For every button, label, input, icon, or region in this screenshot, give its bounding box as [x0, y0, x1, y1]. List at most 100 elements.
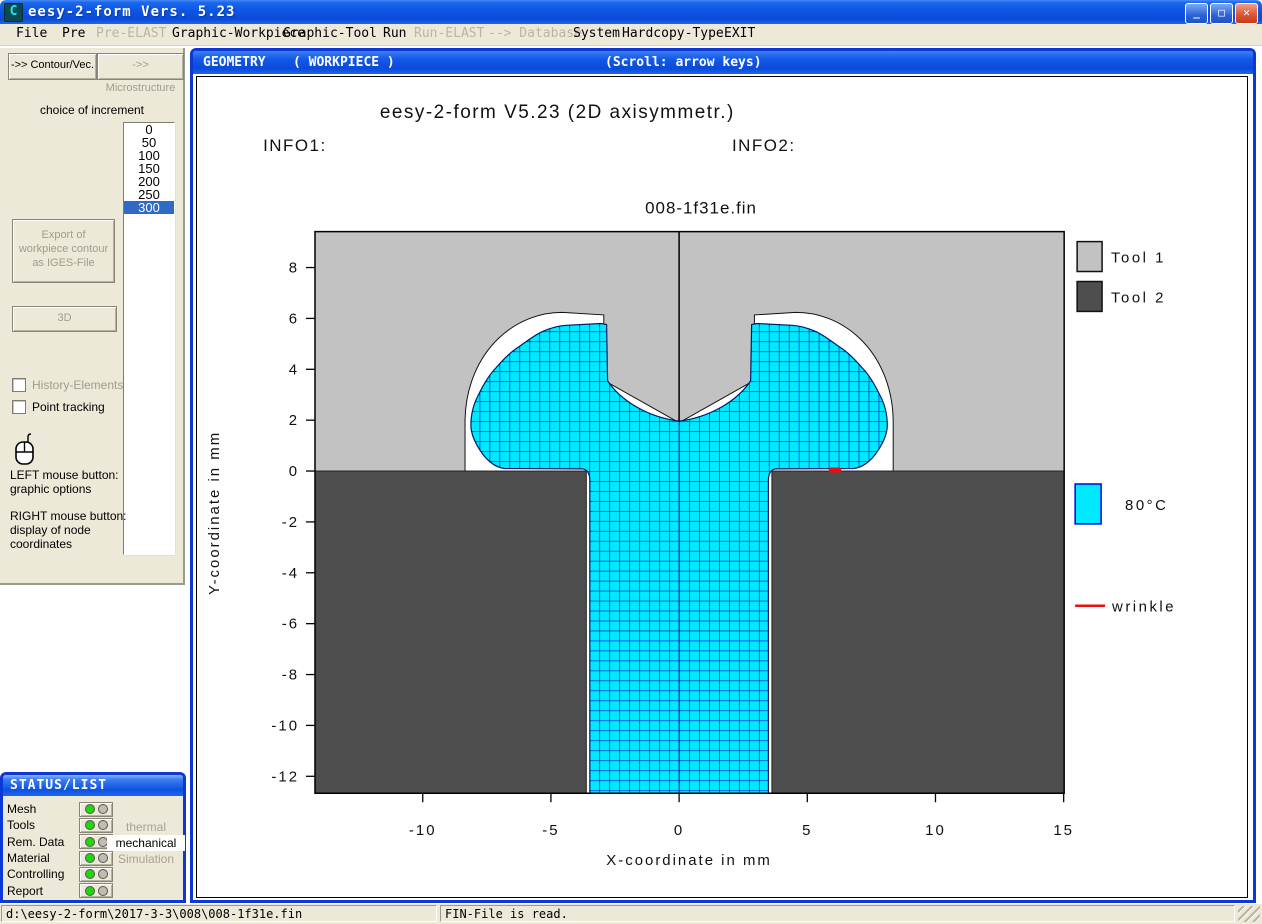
- status-row-rem-data: Rem. Data: [7, 834, 117, 850]
- graphic-title: GEOMETRY: [203, 51, 266, 74]
- x-axis-title: X-coordinate in mm: [606, 852, 772, 869]
- threed-button: 3D: [12, 306, 117, 332]
- y-tick-label: 6: [289, 310, 299, 327]
- menu-item-run-elast: Run-ELAST: [414, 26, 484, 41]
- mouse-icon: [14, 433, 40, 467]
- status-row-controlling: Controlling: [7, 866, 117, 882]
- legend-wrinkle-label: wrinkle: [1111, 599, 1176, 616]
- y-axis-ticks: 86420-2-4-6-8-10-12: [271, 260, 315, 786]
- y-tick-label: -6: [282, 616, 299, 633]
- minimize-button[interactable]: _: [1185, 3, 1208, 24]
- status-message-field: FIN-File is read.: [440, 905, 1235, 922]
- green-indicator-icon: [85, 869, 95, 879]
- status-row-label: Material: [7, 851, 79, 865]
- plot-canvas[interactable]: eesy-2-form V5.23 (2D axisymmetr.) INFO1…: [196, 76, 1248, 898]
- menu-item-file[interactable]: File: [16, 26, 47, 41]
- green-indicator-icon: [85, 886, 95, 896]
- y-tick-label: -2: [282, 514, 299, 531]
- x-tick-label: 0: [674, 822, 684, 839]
- graphic-subtitle: ( WORKPIECE ): [293, 51, 395, 74]
- right-mouse-hint: RIGHT mouse button: display of node coor…: [10, 509, 127, 551]
- y-tick-label: 0: [289, 463, 299, 480]
- menu-item-run[interactable]: Run: [383, 26, 406, 41]
- green-indicator-icon: [85, 820, 95, 830]
- info1-label: INFO1:: [263, 136, 327, 155]
- plot-filename: 008-1f31e.fin: [645, 199, 757, 218]
- y-tick-label: -12: [271, 768, 299, 785]
- legend-tool1-swatch: [1077, 242, 1102, 272]
- menu-item-graphic-tool[interactable]: Graphic-Tool: [283, 26, 377, 41]
- y-tick-label: -4: [282, 565, 299, 582]
- menu-item--database: --> Database: [488, 26, 582, 41]
- y-tick-label: 4: [289, 361, 299, 378]
- status-row-mesh: Mesh: [7, 801, 117, 817]
- point-tracking-row[interactable]: Point tracking: [12, 400, 105, 414]
- close-button[interactable]: ✕: [1235, 3, 1258, 24]
- status-row-report: Report: [7, 882, 117, 898]
- graphic-window-titlebar[interactable]: GEOMETRY ( WORKPIECE ) (Scroll: arrow ke…: [193, 51, 1253, 74]
- status-indicator-button[interactable]: [79, 867, 113, 882]
- menu-item-exit[interactable]: EXIT: [724, 26, 755, 41]
- legend-temperature-label: 80°C: [1125, 497, 1168, 514]
- menu-item-pre-elast: Pre-ELAST: [96, 26, 166, 41]
- history-elements-row: History-Elements: [12, 378, 123, 392]
- info2-label: INFO2:: [732, 136, 796, 155]
- y-axis-title: Y-coordinate in mm: [206, 431, 223, 595]
- status-row-tools: Tools: [7, 817, 117, 833]
- mode-labels: thermalmechanicalSimulation: [107, 819, 185, 867]
- gray-indicator-icon: [98, 853, 108, 863]
- y-tick-label: -8: [282, 667, 299, 684]
- gray-indicator-icon: [98, 804, 108, 814]
- gray-indicator-icon: [98, 886, 108, 896]
- gray-indicator-icon: [98, 869, 108, 879]
- increment-option-300[interactable]: 300: [124, 201, 174, 214]
- status-indicator-button[interactable]: [79, 883, 113, 898]
- y-tick-label: 2: [289, 412, 299, 429]
- left-mouse-hint: LEFT mouse button: graphic options: [10, 468, 119, 496]
- legend-temperature-swatch: [1075, 484, 1101, 524]
- x-tick-label: 10: [925, 822, 946, 839]
- gray-indicator-icon: [98, 837, 108, 847]
- export-iges-button: Export ofworkpiece contouras IGES-File: [12, 219, 115, 283]
- legend-tool2-label: Tool 2: [1111, 289, 1166, 306]
- status-rows: Mesh Tools Rem. Data MaterialControllingRep…: [7, 801, 117, 899]
- graphic-window: GEOMETRY ( WORKPIECE ) (Scroll: arrow ke…: [190, 48, 1256, 903]
- x-tick-label: 5: [802, 822, 812, 839]
- maximize-button[interactable]: □: [1210, 3, 1233, 24]
- status-row-label: Tools: [7, 818, 79, 832]
- status-row-label: Rem. Data: [7, 835, 79, 849]
- status-list-titlebar[interactable]: STATUS/LIST: [3, 775, 183, 796]
- status-indicator-button[interactable]: [79, 802, 113, 817]
- file-path-field: d:\eesy-2-form\2017-3-3\008\008-1f31e.fi…: [1, 905, 437, 922]
- menu-item-hardcopy-type[interactable]: Hardcopy-Type: [622, 26, 724, 41]
- mode-simulation: Simulation: [107, 851, 185, 867]
- green-indicator-icon: [85, 853, 95, 863]
- menu-item-pre[interactable]: Pre: [62, 26, 85, 41]
- green-indicator-icon: [85, 837, 95, 847]
- plot-header: eesy-2-form V5.23 (2D axisymmetr.): [380, 102, 735, 123]
- gray-indicator-icon: [98, 820, 108, 830]
- window-titlebar[interactable]: C eesy-2-form Vers. 5.23 _ □ ✕: [0, 0, 1262, 24]
- increment-listbox[interactable]: 050100150200250300: [123, 122, 175, 555]
- window-title: eesy-2-form Vers. 5.23: [28, 4, 235, 20]
- status-list-window: STATUS/LIST Mesh Tools Rem. Data MaterialCo…: [0, 772, 186, 903]
- x-tick-label: -10: [409, 822, 437, 839]
- y-tick-label: 8: [289, 260, 299, 277]
- tool-panel: ->> Contour/Vec. ->> Microstructure choi…: [0, 48, 185, 585]
- contour-vec-button[interactable]: ->> Contour/Vec.: [8, 53, 97, 80]
- point-tracking-checkbox[interactable]: [12, 400, 26, 414]
- legend-tool2-swatch: [1077, 282, 1102, 312]
- point-tracking-label: Point tracking: [32, 400, 105, 414]
- status-bar: d:\eesy-2-form\2017-3-3\008\008-1f31e.fi…: [0, 904, 1262, 924]
- status-row-material: Material: [7, 850, 117, 866]
- application-window: C eesy-2-form Vers. 5.23 _ □ ✕ File Pre Pr…: [0, 0, 1262, 924]
- history-elements-checkbox: [12, 378, 26, 392]
- tool2-right-region: [772, 471, 1064, 794]
- increment-label: choice of increment: [12, 103, 172, 117]
- status-row-label: Mesh: [7, 802, 79, 816]
- wrinkle-marker: [829, 468, 841, 473]
- menu-item-system[interactable]: System: [573, 26, 620, 41]
- resize-grip[interactable]: [1238, 906, 1260, 922]
- legend-tool1-label: Tool 1: [1111, 250, 1166, 267]
- scroll-hint: (Scroll: arrow keys): [605, 51, 762, 74]
